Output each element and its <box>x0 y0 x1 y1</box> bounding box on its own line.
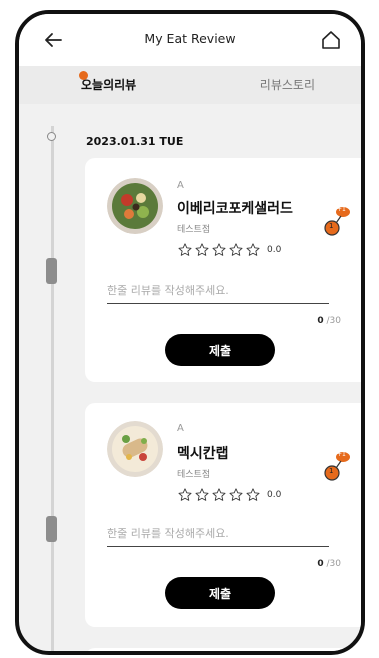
food-image <box>107 178 163 234</box>
star-icon[interactable] <box>194 242 210 258</box>
food-image <box>107 421 163 477</box>
rating-score: 0.0 <box>267 490 282 500</box>
badge-count: 1 <box>329 467 334 475</box>
tab-bar: 오늘의리뷰 리뷰스토리 <box>19 66 361 104</box>
app-header: My Eat Review <box>19 14 361 66</box>
timeline-line <box>51 126 54 651</box>
char-counter: 0 /30 <box>317 316 341 326</box>
badge-top-text: +1 <box>337 206 346 213</box>
review-letter: A <box>177 180 184 191</box>
char-max: /30 <box>326 316 341 326</box>
badge-count: 1 <box>329 222 334 230</box>
review-date: 2023.01.31 TUE <box>86 135 184 148</box>
review-input[interactable] <box>107 282 329 304</box>
like-badge[interactable]: +1 1 <box>321 449 351 481</box>
tab-review-story[interactable]: 리뷰스토리 <box>260 76 315 93</box>
submit-button[interactable]: 제출 <box>165 577 275 609</box>
star-icon[interactable] <box>245 242 261 258</box>
timeline-handle[interactable] <box>46 516 57 542</box>
star-icon[interactable] <box>177 487 193 503</box>
shop-name: 테스트점 <box>177 470 211 480</box>
tab-today-review[interactable]: 오늘의리뷰 <box>81 76 136 93</box>
review-card-partial <box>85 648 361 651</box>
like-badge[interactable]: +1 1 <box>321 204 351 236</box>
timeline-dot <box>47 132 56 141</box>
review-letter: A <box>177 423 184 434</box>
char-max: /30 <box>326 559 341 569</box>
food-name: 멕시칸랩 <box>177 446 229 462</box>
review-card: A 멕시칸랩 테스트점 0.0 +1 1 0 /30 제출 <box>85 403 361 627</box>
star-icon[interactable] <box>228 242 244 258</box>
star-icon[interactable] <box>228 487 244 503</box>
star-rating[interactable]: 0.0 <box>177 487 281 503</box>
char-count: 0 <box>317 316 324 326</box>
star-rating[interactable]: 0.0 <box>177 242 281 258</box>
review-input[interactable] <box>107 525 329 547</box>
food-name: 이베리코포케샐러드 <box>177 201 293 217</box>
char-counter: 0 /30 <box>317 559 341 569</box>
submit-button[interactable]: 제출 <box>165 334 275 366</box>
home-icon[interactable] <box>319 28 343 52</box>
star-icon[interactable] <box>177 242 193 258</box>
star-icon[interactable] <box>211 487 227 503</box>
star-icon[interactable] <box>194 487 210 503</box>
shop-name: 테스트점 <box>177 225 211 235</box>
badge-top-text: +1 <box>337 451 346 458</box>
star-icon[interactable] <box>211 242 227 258</box>
page-title: My Eat Review <box>144 31 236 46</box>
char-count: 0 <box>317 559 324 569</box>
rating-score: 0.0 <box>267 245 282 255</box>
timeline-handle[interactable] <box>46 258 57 284</box>
phone-frame: My Eat Review 오늘의리뷰 리뷰스토리 2023.01.31 TUE… <box>15 10 365 655</box>
star-icon[interactable] <box>245 487 261 503</box>
review-card: A 이베리코포케샐러드 테스트점 0.0 +1 1 0 /30 제출 <box>85 158 361 382</box>
